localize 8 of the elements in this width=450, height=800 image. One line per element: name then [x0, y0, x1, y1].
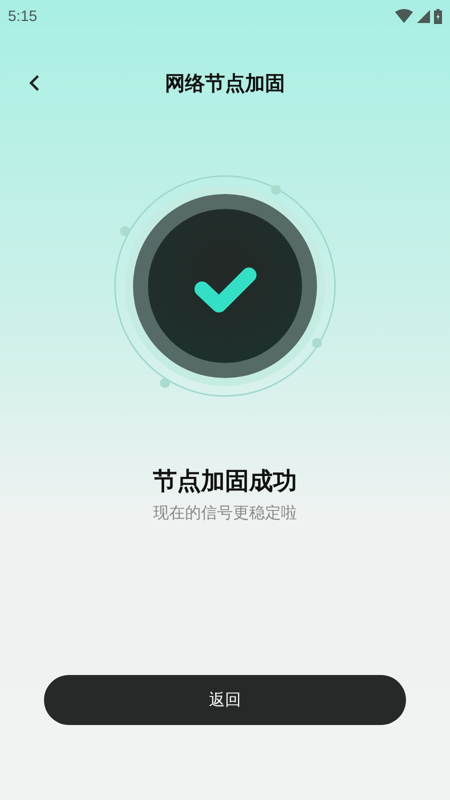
page-title: 网络节点加固 [165, 70, 285, 96]
wifi-icon [395, 9, 413, 23]
battery-icon [434, 8, 442, 24]
result-title: 节点加固成功 [152, 466, 298, 497]
status-time: 5:15 [8, 8, 38, 24]
result-subtitle: 现在的信号更稳定啦 [152, 503, 298, 524]
back-button[interactable]: 返回 [44, 675, 406, 725]
signal-icon [417, 10, 430, 22]
